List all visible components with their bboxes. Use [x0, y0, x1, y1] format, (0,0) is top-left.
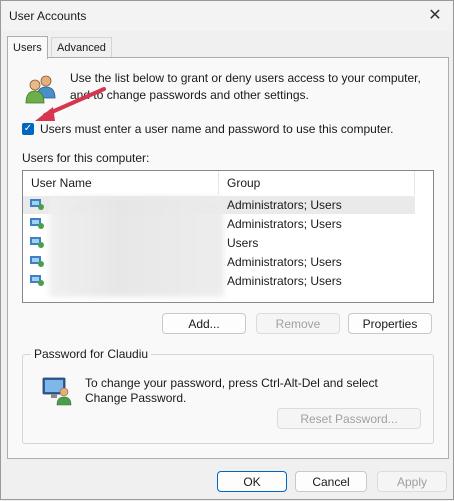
table-row[interactable]: Users — [23, 234, 415, 252]
apply-button[interactable]: Apply — [377, 471, 447, 492]
table-row[interactable]: Administrators; Users — [23, 196, 415, 214]
window-title: User Accounts — [9, 9, 87, 23]
properties-button[interactable]: Properties — [348, 313, 432, 334]
tab-users[interactable]: Users — [7, 36, 48, 59]
title-bar: User Accounts ✕ — [1, 1, 453, 31]
column-header-user-name[interactable]: User Name — [23, 171, 219, 195]
group-cell: Administrators; Users — [227, 274, 342, 288]
password-user-icon — [41, 375, 73, 410]
close-icon[interactable]: ✕ — [423, 5, 447, 27]
password-groupbox: Password for Claudiu To change your pass… — [22, 347, 434, 444]
table-row[interactable]: Administrators; Users — [23, 272, 415, 290]
remove-user-button[interactable]: Remove — [256, 313, 340, 334]
group-cell: Users — [227, 236, 259, 250]
group-cell: Administrators; Users — [227, 255, 342, 269]
tab-advanced[interactable]: Advanced — [51, 37, 112, 58]
ok-button[interactable]: OK — [217, 471, 287, 492]
users-tab-panel: Use the list below to grant or deny user… — [7, 57, 449, 459]
intro-text: Use the list below to grant or deny user… — [70, 71, 421, 102]
password-group-title: Password for Claudiu — [31, 347, 152, 361]
table-row[interactable]: Administrators; Users — [23, 253, 415, 271]
reset-password-button[interactable]: Reset Password... — [277, 408, 421, 429]
users-group-icon — [24, 72, 58, 109]
require-password-label[interactable]: Users must enter a user name and passwor… — [40, 122, 394, 136]
group-cell: Administrators; Users — [227, 217, 342, 231]
password-instructions: To change your password, press Ctrl-Alt-… — [85, 376, 378, 405]
require-password-checkbox[interactable]: ✓ — [22, 123, 34, 135]
user-icon — [29, 274, 45, 293]
cancel-button[interactable]: Cancel — [295, 471, 367, 492]
group-cell: Administrators; Users — [227, 198, 342, 212]
user-accounts-dialog: User Accounts ✕ Users Advanced Use the l… — [0, 0, 454, 500]
column-header-group[interactable]: Group — [219, 171, 415, 195]
add-user-button[interactable]: Add... — [162, 313, 246, 334]
table-row[interactable]: Administrators; Users — [23, 215, 415, 233]
listview-header: User Name Group — [23, 171, 433, 195]
users-listview[interactable]: User Name Group Administrators; Users Ad… — [22, 170, 434, 303]
users-list-label: Users for this computer: — [22, 151, 150, 165]
